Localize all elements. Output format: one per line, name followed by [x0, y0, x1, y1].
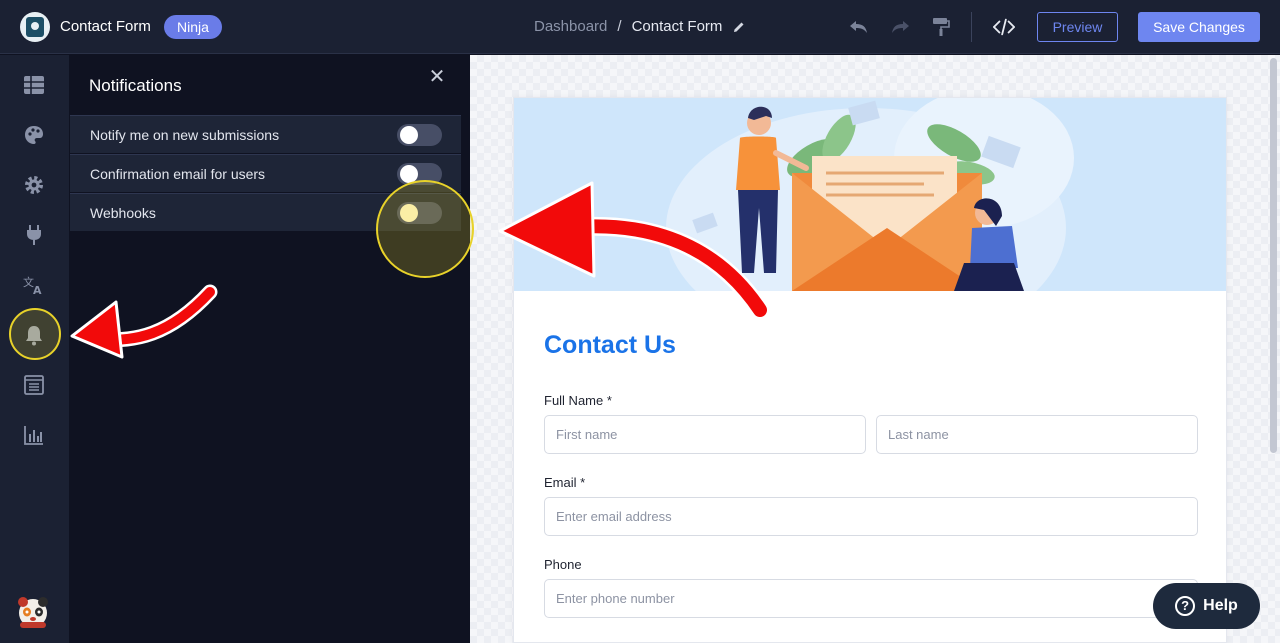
help-button[interactable]: ? Help: [1153, 583, 1260, 629]
last-name-input[interactable]: Last name: [876, 415, 1198, 454]
notification-label: Notify me on new submissions: [90, 126, 280, 143]
plan-badge: Ninja: [164, 15, 222, 39]
question-icon: ?: [1175, 596, 1196, 616]
panel-title: Notifications: [89, 76, 182, 95]
close-icon[interactable]: ✕: [428, 67, 446, 87]
breadcrumb: Dashboard / Contact Form: [534, 18, 746, 35]
notification-row-webhooks[interactable]: Webhooks: [70, 193, 461, 231]
phone-input[interactable]: Enter phone number: [544, 579, 1198, 618]
form-preview-card: Contact Us Full Name * First name Last n…: [513, 97, 1227, 643]
full-name-label: Full Name *: [544, 393, 612, 408]
canvas-scrollbar[interactable]: [1270, 58, 1277, 453]
undo-icon[interactable]: [848, 16, 870, 38]
preview-button[interactable]: Preview: [1037, 12, 1118, 42]
email-input[interactable]: Enter email address: [544, 497, 1198, 536]
notification-row-new-submissions[interactable]: Notify me on new submissions: [70, 115, 461, 153]
translate-icon[interactable]: 文A: [22, 273, 46, 297]
pencil-icon[interactable]: [732, 20, 746, 34]
breadcrumb-dashboard[interactable]: Dashboard: [534, 18, 607, 35]
notification-label: Webhooks: [90, 204, 156, 221]
paint-roller-icon[interactable]: [930, 16, 952, 38]
bell-icon[interactable]: [22, 323, 46, 347]
webhooks-toggle[interactable]: [397, 201, 442, 224]
app-logo[interactable]: [20, 12, 50, 42]
notifications-panel: Notifications ✕ Notify me on new submiss…: [69, 55, 470, 643]
sidebar-rail: 文A: [0, 55, 69, 643]
chart-icon[interactable]: [22, 423, 46, 447]
form-title: Contact Us: [544, 331, 676, 359]
first-name-input[interactable]: First name: [544, 415, 866, 454]
svg-text:A: A: [33, 284, 42, 295]
phone-label: Phone: [544, 557, 582, 572]
gear-icon[interactable]: [22, 173, 46, 197]
top-bar: Contact Form Ninja Dashboard / Contact F…: [0, 0, 1280, 54]
app-title: Contact Form: [60, 18, 151, 35]
toolbar-divider: [971, 12, 972, 42]
redo-icon[interactable]: [889, 16, 911, 38]
email-label: Email *: [544, 475, 586, 490]
notification-row-confirmation-email[interactable]: Confirmation email for users: [70, 154, 461, 192]
grid-icon[interactable]: [22, 73, 46, 97]
breadcrumb-current: Contact Form: [631, 18, 723, 35]
palette-icon[interactable]: [22, 123, 46, 147]
notify-submissions-toggle[interactable]: [397, 123, 442, 146]
code-icon[interactable]: [993, 16, 1015, 38]
notification-label: Confirmation email for users: [90, 165, 266, 182]
save-changes-button[interactable]: Save Changes: [1138, 12, 1260, 42]
mascot-avatar[interactable]: [14, 592, 52, 630]
help-label: Help: [1203, 597, 1238, 614]
breadcrumb-separator: /: [617, 18, 622, 35]
confirmation-email-toggle[interactable]: [397, 162, 442, 185]
list-icon[interactable]: [22, 373, 46, 397]
hero-illustration: [514, 98, 1226, 291]
plug-icon[interactable]: [22, 223, 46, 247]
